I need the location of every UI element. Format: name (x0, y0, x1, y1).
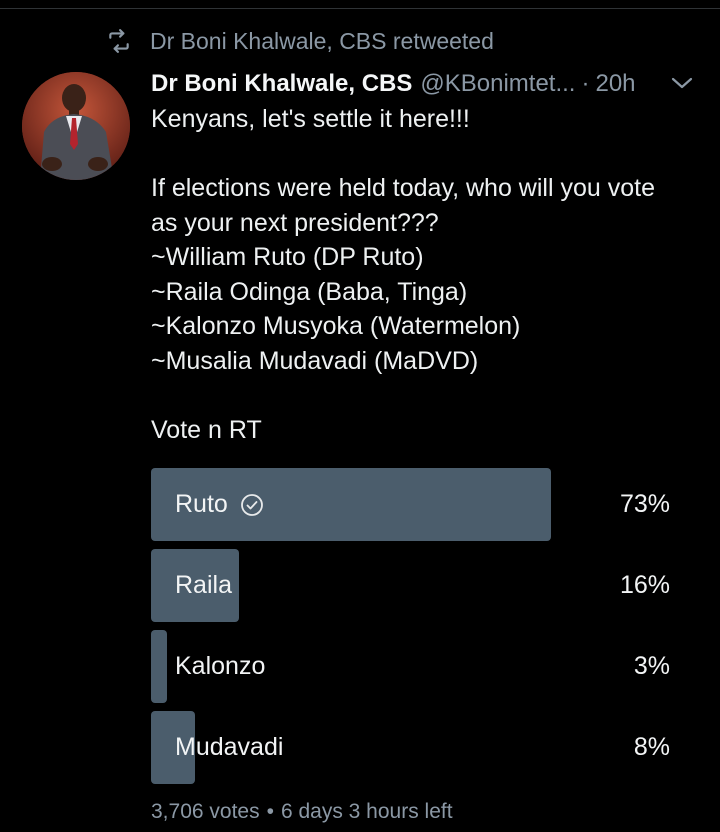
poll-percent: 3% (633, 652, 670, 680)
avatar[interactable] (22, 72, 130, 180)
tweet-line (151, 378, 711, 413)
poll-footer: 3,706 votes • 6 days 3 hours left (151, 800, 453, 824)
top-divider (0, 0, 720, 9)
poll-percent: 16% (619, 571, 670, 599)
poll-label-text: Ruto (175, 490, 228, 518)
retweet-icon (109, 29, 129, 53)
tweet-line: as your next president??? (151, 208, 439, 237)
poll-label-text: Raila (175, 571, 232, 599)
tweet-time[interactable]: 20h (595, 70, 635, 98)
tweet-line: Vote n RT (151, 415, 262, 444)
poll-percent: 8% (633, 733, 670, 761)
footer-dot: • (266, 800, 274, 823)
separator-dot: · (581, 70, 590, 97)
poll-option-kalonzo[interactable]: Kalonzo 3% (151, 630, 699, 703)
poll-label-text: Kalonzo (175, 652, 266, 680)
poll-bar (151, 630, 167, 703)
chevron-down-icon[interactable] (670, 74, 694, 92)
tweet-line: ~Kalonzo Musyoka (Watermelon) (151, 312, 521, 340)
vote-count: 3,706 votes (151, 800, 260, 823)
poll-percent: 73% (619, 490, 670, 518)
poll-label: Kalonzo (175, 630, 265, 703)
tweet-body: Kenyans, let's settle it here!!! If elec… (151, 102, 711, 447)
time-left: 6 days 3 hours left (280, 800, 453, 823)
poll-label: Mudavadi (175, 711, 283, 784)
poll-label-text: Mudavadi (175, 733, 284, 761)
author-handle[interactable]: @KBonimtet... (420, 70, 575, 98)
tweet-line: If elections were held today, who will y… (151, 174, 655, 202)
tweet-line: Kenyans, let's settle it here!!! (151, 105, 470, 133)
tweet-line: ~Musalia Mudavadi (MaDVD) (151, 346, 479, 375)
author-name[interactable]: Dr Boni Khalwale, CBS (151, 70, 412, 98)
poll-option-raila[interactable]: Raila 16% (151, 549, 699, 622)
poll-label: Ruto (175, 468, 264, 541)
tweet-line (151, 137, 711, 172)
check-circle-icon (240, 493, 263, 516)
tweet-line: ~Raila Odinga (Baba, Tinga) (151, 277, 468, 306)
tweet-line: ~William Ruto (DP Ruto) (151, 243, 424, 271)
retweet-indicator[interactable]: Dr Boni Khalwale, CBS retweeted (106, 27, 494, 55)
poll: Ruto 73% Raila 16% Kalonzo 3% Mudavadi 8… (151, 468, 699, 792)
tweet-header: Dr Boni Khalwale, CBS @KBonimtet... · 20… (151, 66, 698, 102)
poll-option-ruto[interactable]: Ruto 73% (151, 468, 699, 541)
poll-label: Raila (175, 549, 232, 622)
poll-option-mudavadi[interactable]: Mudavadi 8% (151, 711, 699, 784)
retweet-text: Dr Boni Khalwale, CBS retweeted (150, 27, 494, 54)
